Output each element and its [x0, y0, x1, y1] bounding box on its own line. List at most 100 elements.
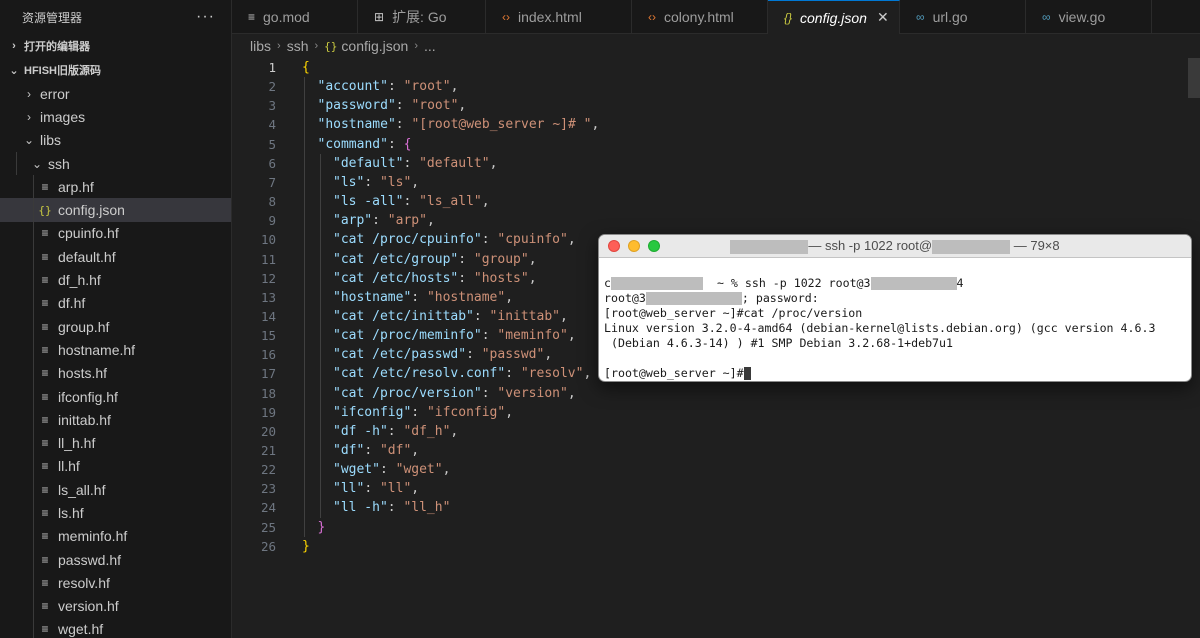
chevron-right-icon: › — [27, 109, 31, 124]
file-item[interactable]: ≡ resolv.hf — [0, 571, 231, 595]
more-actions-icon[interactable]: ··· — [196, 8, 215, 26]
tab-view-go[interactable]: ∞ view.go — [1026, 0, 1152, 34]
file-item[interactable]: ≡ ll.hf — [0, 454, 231, 479]
tab-config-json[interactable]: {} config.json ✕ — [768, 0, 900, 34]
file-item[interactable]: ≡ passwd.hf — [0, 547, 231, 572]
file-item[interactable]: ≡ df.hf — [0, 291, 231, 315]
folder-images[interactable]: › images — [0, 105, 231, 128]
code-line: 4 "hostname": "[root@web_server ~]# ", — [232, 115, 1200, 134]
file-item[interactable]: ≡ hosts.hf — [0, 361, 231, 385]
indent-guide — [33, 478, 34, 502]
file-item[interactable]: ≡ inittab.hf — [0, 408, 231, 432]
line-number: 4 — [268, 117, 276, 133]
folder-error[interactable]: › error — [0, 82, 231, 105]
line-number: 15 — [260, 328, 276, 344]
code-line: 21 "df": "df", — [232, 441, 1200, 460]
file-item[interactable]: {} config.json — [0, 198, 231, 222]
code-token: , — [450, 423, 459, 439]
tab-url-go[interactable]: ∞ url.go — [900, 0, 1026, 34]
code-token: : — [411, 289, 427, 305]
code-text: "ll": "ll", — [333, 481, 419, 496]
extensions-icon: ⊞ — [374, 10, 385, 24]
file-item[interactable]: ≡ wget.hf — [0, 617, 231, 638]
code-token: "cat /etc/inittab" — [333, 308, 474, 324]
tab-label: index.html — [518, 9, 582, 25]
file-item[interactable]: ≡ hostname.hf — [0, 338, 231, 362]
folder-ssh[interactable]: ⌄ ssh — [0, 151, 231, 176]
code-token: , — [528, 251, 537, 267]
project-label: HFISH旧版源码 — [24, 65, 101, 77]
code-token: , — [411, 174, 420, 190]
terminal-cursor — [743, 367, 751, 380]
breadcrumb-ssh[interactable]: ssh — [287, 38, 309, 54]
indent-guide — [33, 571, 34, 595]
code-text: "cat /etc/passwd": "passwd", — [333, 347, 552, 362]
terminal-titlebar: — ssh -p 1022 root@ — 79×8 — [599, 235, 1191, 258]
code-token: "root" — [411, 98, 459, 114]
line-number: 24 — [260, 500, 276, 516]
file-tree: › error › images ⌄ libs ⌄ ssh ≡ arp.hf {} c… — [0, 82, 231, 638]
json-icon: {} — [784, 10, 793, 25]
file-item[interactable]: ≡ arp.hf — [0, 175, 231, 199]
file-item[interactable]: ≡ df_h.hf — [0, 268, 231, 292]
code-token: "df -h" — [333, 423, 388, 439]
file-item[interactable]: ≡ ls_all.hf — [0, 478, 231, 502]
code-token: : — [505, 366, 521, 382]
code-token: { — [302, 60, 310, 75]
indent-guide — [33, 408, 34, 432]
text-file-icon: ≡ — [41, 575, 49, 590]
code-token: : — [403, 155, 420, 171]
redaction-block — [870, 277, 957, 290]
terminal-line: Linux version 3.2.0-4-amd64 (debian-kern… — [604, 321, 1186, 336]
file-item[interactable]: ≡ default.hf — [0, 245, 231, 269]
tab-label: 扩展: Go — [392, 9, 447, 25]
file-item[interactable]: ≡ version.hf — [0, 594, 231, 618]
text-file-icon: ≡ — [41, 319, 49, 334]
terminal-output[interactable]: c ~ % ssh -p 1022 root@3 4 root@3 ; passwor… — [599, 258, 1191, 381]
code-line: 7 "ls": "ls", — [232, 173, 1200, 192]
file-item[interactable]: ≡ meminfo.hf — [0, 524, 231, 548]
file-item[interactable]: ≡ ifconfig.hf — [0, 384, 231, 409]
text-file-icon: ≡ — [41, 529, 49, 544]
code-text: "hostname": "[root@web_server ~]# ", — [318, 117, 600, 132]
close-icon[interactable]: ✕ — [877, 9, 889, 26]
code-text: "df": "df", — [333, 443, 419, 458]
open-editors-section[interactable]: › 打开的编辑器 — [0, 34, 231, 58]
text-file-icon: ≡ — [41, 459, 49, 474]
tab-colony-html[interactable]: ‹› colony.html — [632, 0, 768, 34]
breadcrumb-libs[interactable]: libs — [250, 38, 271, 54]
tab-go-mod[interactable]: ≡ go.mod — [232, 0, 358, 34]
code-text: "hostname": "hostname", — [333, 290, 513, 305]
code-line: 8 "ls -all": "ls_all", — [232, 192, 1200, 211]
code-token: "cat /etc/resolv.conf" — [333, 366, 506, 382]
terminal-text: ; password: — [741, 291, 819, 305]
go-icon: ∞ — [1042, 10, 1051, 24]
code-token: "ll" — [379, 481, 412, 497]
file-item[interactable]: ≡ cpuinfo.hf — [0, 221, 231, 246]
code-text: "cat /etc/resolv.conf": "resolv", — [333, 366, 591, 381]
breadcrumb-symbols[interactable]: ... — [424, 38, 436, 54]
code-line: 6 "default": "default", — [232, 154, 1200, 173]
breadcrumb-file[interactable]: config.json — [341, 38, 408, 54]
file-label: ifconfig.hf — [58, 388, 118, 405]
file-item[interactable]: ≡ ll_h.hf — [0, 431, 231, 455]
file-item[interactable]: ≡ ls.hf — [0, 501, 231, 525]
code-token: , — [411, 443, 420, 458]
file-label: inittab.hf — [58, 411, 111, 428]
folder-libs[interactable]: ⌄ libs — [0, 129, 231, 152]
tab-index-html[interactable]: ‹› index.html — [486, 0, 632, 34]
file-label: hosts.hf — [58, 365, 108, 382]
code-token: "hostname" — [426, 289, 506, 305]
file-item[interactable]: ≡ group.hf — [0, 314, 231, 339]
indent-guide — [33, 268, 34, 292]
file-label: ll_h.hf — [58, 435, 96, 452]
text-file-icon: ≡ — [41, 436, 49, 451]
tab-go[interactable]: ⊞ 扩展: Go — [358, 0, 486, 34]
code-token: "df" — [379, 443, 412, 458]
indent-guide — [33, 384, 34, 409]
code-text: "cat /proc/meminfo": "meminfo", — [333, 328, 576, 343]
tab-label: config.json — [800, 9, 867, 26]
project-section[interactable]: ⌄ HFISH旧版源码 — [0, 58, 231, 82]
code-token: "ifconfig" — [333, 404, 412, 420]
